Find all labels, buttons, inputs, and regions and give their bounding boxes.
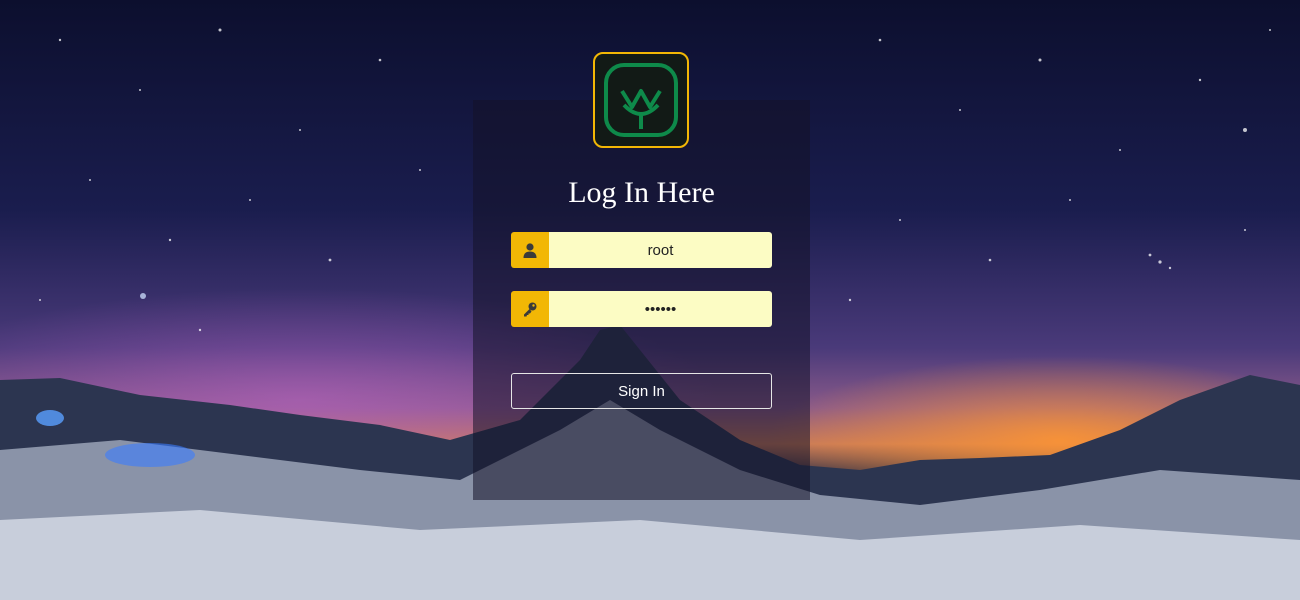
- key-icon: [511, 291, 549, 327]
- page-title: Log In Here: [568, 176, 715, 209]
- password-input[interactable]: [549, 291, 772, 327]
- password-field-group: [511, 291, 772, 327]
- user-icon: [511, 232, 549, 268]
- username-input[interactable]: [549, 232, 772, 268]
- leaf-logo-icon: [593, 52, 689, 148]
- username-field-group: [511, 232, 772, 268]
- sign-in-button[interactable]: Sign In: [511, 373, 772, 409]
